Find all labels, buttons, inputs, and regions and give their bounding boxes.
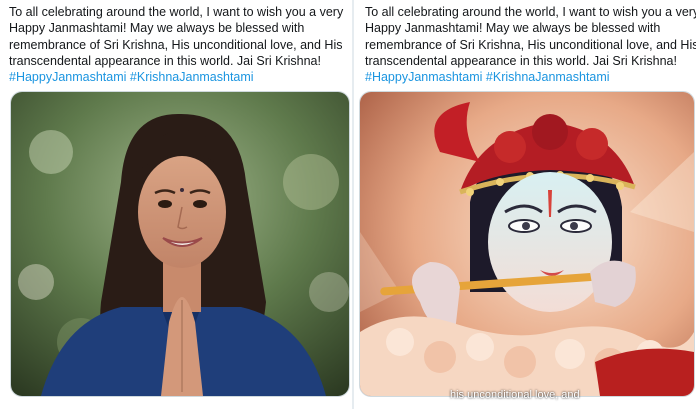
tweet-text-line: remembrance of Sri Krishna, His uncondit… — [365, 37, 696, 52]
hashtag-link[interactable]: #HappyJanmashtami — [365, 70, 482, 84]
tweet-right: To all celebrating around the world, I w… — [356, 0, 696, 409]
hashtag-row: #HappyJanmashtami #KrishnaJanmashtami — [365, 69, 692, 85]
tweet-text-line: To all celebrating around the world, I w… — [9, 5, 344, 19]
hashtag-link[interactable]: #KrishnaJanmashtami — [130, 70, 254, 84]
tweet-text-line: Happy Janmashtami! May we always be bles… — [365, 21, 661, 36]
video-caption: his unconditional love, and — [450, 389, 580, 401]
tweet-text-line: transcendental appearance in this world.… — [9, 53, 321, 68]
tweet-text-line: To all celebrating around the world, I w… — [365, 5, 696, 19]
tweet-photo[interactable] — [10, 91, 350, 397]
hashtag-link[interactable]: #HappyJanmashtami — [9, 70, 126, 84]
hashtag-link[interactable]: #KrishnaJanmashtami — [486, 70, 610, 84]
hashtag-row: #HappyJanmashtami #KrishnaJanmashtami — [9, 69, 348, 85]
tweet-text: To all celebrating around the world, I w… — [9, 4, 348, 85]
tweet-left: To all celebrating around the world, I w… — [0, 0, 352, 409]
krishna-video-frame — [360, 92, 694, 396]
tweet-text-line: Happy Janmashtami! May we always be bles… — [9, 21, 305, 36]
woman-namaste-photo — [11, 92, 349, 396]
tweet-text-line: transcendental appearance in this world.… — [365, 53, 677, 68]
tweet-video[interactable] — [359, 91, 695, 397]
tweet-text-line: remembrance of Sri Krishna, His uncondit… — [9, 37, 343, 52]
divider — [352, 0, 354, 409]
tweet-text: To all celebrating around the world, I w… — [365, 4, 696, 85]
